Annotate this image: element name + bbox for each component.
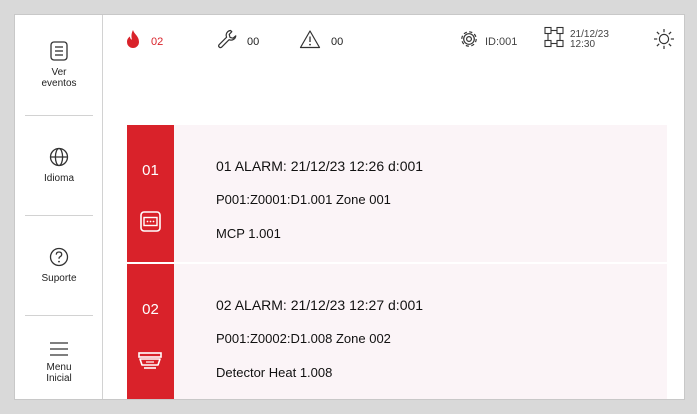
event-number: 02: [142, 301, 159, 318]
event-device: Detector Heat 1.008: [216, 365, 333, 380]
panel-screen: Ver eventos Idioma Suporte Menu Inicial …: [14, 14, 685, 400]
heat-detector-icon: [138, 352, 162, 375]
network-icon: [544, 26, 564, 53]
event-number-tab: 01: [127, 125, 174, 262]
fault-count: 00: [247, 35, 260, 48]
globe-icon: [49, 147, 69, 167]
language-label: Idioma: [43, 172, 74, 184]
flame-icon: [125, 29, 141, 54]
help-icon: [49, 247, 69, 267]
event-list-icon: [50, 41, 68, 61]
alarm-event-card[interactable]: 01 01 ALARM: 21/12/23 12:26 d:001 P001:Z…: [127, 125, 667, 262]
brightness-sun-icon: [653, 28, 675, 55]
network-status[interactable]: 21/12/23 12:30: [544, 26, 609, 53]
event-number: 01: [142, 162, 159, 179]
event-title: 02 ALARM: 21/12/23 12:27 d:001: [216, 297, 424, 313]
brightness-button[interactable]: [653, 28, 675, 55]
wrench-icon: [217, 29, 237, 54]
view-events-label: Ver eventos: [41, 67, 77, 89]
event-device: MCP 1.001: [216, 226, 281, 241]
date-time: 21/12/23 12:30: [570, 29, 609, 50]
device-id[interactable]: ID:001: [459, 29, 517, 54]
event-number-tab: 02: [127, 264, 174, 399]
hamburger-menu-icon: [49, 342, 69, 356]
warning-triangle-icon: [299, 29, 321, 54]
support-button[interactable]: Suporte: [15, 215, 103, 315]
event-title: 01 ALARM: 21/12/23 12:26 d:001: [216, 158, 424, 174]
warning-count: 00: [331, 35, 344, 48]
language-button[interactable]: Idioma: [15, 115, 103, 215]
fire-alarm-counter[interactable]: 02: [125, 29, 163, 54]
warning-counter[interactable]: 00: [299, 29, 343, 54]
main-menu-label: Menu Inicial: [46, 362, 72, 384]
fire-count: 02: [151, 35, 164, 48]
event-address: P001:Z0002:D1.008 Zone 002: [216, 331, 391, 346]
view-events-button[interactable]: Ver eventos: [15, 15, 103, 115]
main-menu-button[interactable]: Menu Inicial: [15, 315, 103, 399]
sidebar: Ver eventos Idioma Suporte Menu Inicial: [15, 15, 103, 399]
status-bar: 02 00 00 ID:001 21/12/23 12:30: [103, 15, 684, 65]
event-address: P001:Z0001:D1.001 Zone 001: [216, 192, 391, 207]
fault-counter[interactable]: 00: [217, 29, 259, 54]
alarm-event-card[interactable]: 02 02 ALARM: 21/12/23 12:27 d:001 P001:Z…: [127, 264, 667, 399]
device-id-text: ID:001: [485, 35, 518, 48]
time-text: 12:30: [570, 38, 596, 50]
support-label: Suporte: [41, 272, 77, 284]
manual-call-point-icon: [140, 211, 161, 237]
gear-icon: [459, 29, 479, 54]
